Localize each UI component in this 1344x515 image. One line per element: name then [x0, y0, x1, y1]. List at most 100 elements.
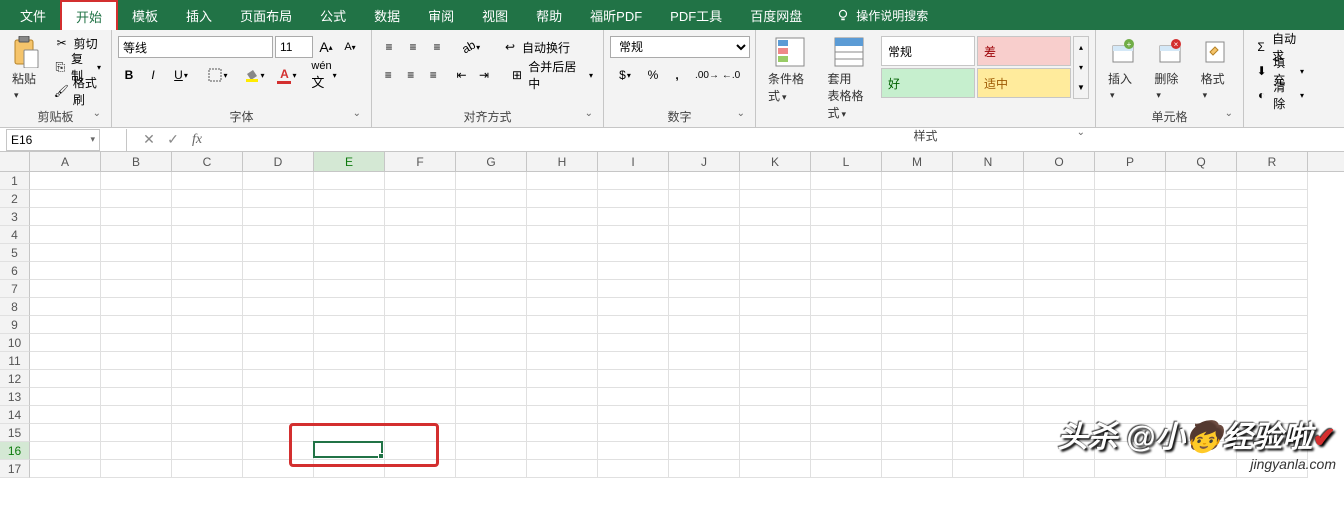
cell[interactable]: [953, 190, 1024, 208]
cell[interactable]: [456, 298, 527, 316]
cell[interactable]: [811, 226, 882, 244]
col-header-K[interactable]: K: [740, 152, 811, 171]
cell[interactable]: [669, 316, 740, 334]
name-box[interactable]: E16▾: [6, 129, 100, 151]
cell[interactable]: [527, 298, 598, 316]
cell[interactable]: [385, 460, 456, 478]
cell[interactable]: [669, 370, 740, 388]
cell[interactable]: [953, 460, 1024, 478]
cell[interactable]: [385, 388, 456, 406]
cell[interactable]: [598, 262, 669, 280]
merge-center-button[interactable]: ⊞合并后居中▾: [506, 64, 597, 86]
cell[interactable]: [30, 262, 101, 280]
cell[interactable]: [385, 262, 456, 280]
cell[interactable]: [1237, 262, 1308, 280]
cell[interactable]: [882, 208, 953, 226]
confirm-formula-button[interactable]: ✓: [161, 129, 185, 151]
tab-foxit[interactable]: 福昕PDF: [576, 0, 656, 30]
cell[interactable]: [1095, 298, 1166, 316]
cell[interactable]: [30, 442, 101, 460]
cell[interactable]: [811, 298, 882, 316]
font-color-button[interactable]: A▾: [272, 64, 302, 86]
cell[interactable]: [1237, 280, 1308, 298]
cell[interactable]: [30, 388, 101, 406]
cell[interactable]: [456, 244, 527, 262]
cell[interactable]: [669, 388, 740, 406]
cell[interactable]: [527, 316, 598, 334]
cell[interactable]: [172, 172, 243, 190]
cell[interactable]: [598, 352, 669, 370]
cell[interactable]: [598, 244, 669, 262]
cell[interactable]: [598, 316, 669, 334]
cell[interactable]: [598, 172, 669, 190]
cell[interactable]: [740, 370, 811, 388]
cell[interactable]: [1237, 190, 1308, 208]
cell[interactable]: [1095, 334, 1166, 352]
cell[interactable]: [953, 226, 1024, 244]
cell[interactable]: [101, 226, 172, 244]
cell[interactable]: [1024, 334, 1095, 352]
cell[interactable]: [172, 334, 243, 352]
increase-indent-button[interactable]: ⇥: [474, 64, 495, 86]
align-left-button[interactable]: ≡: [378, 64, 399, 86]
cell[interactable]: [740, 316, 811, 334]
cell[interactable]: [669, 208, 740, 226]
cell[interactable]: [456, 172, 527, 190]
cell[interactable]: [243, 442, 314, 460]
cell[interactable]: [740, 262, 811, 280]
phonetic-button[interactable]: wén文▾: [309, 64, 339, 86]
cell[interactable]: [811, 460, 882, 478]
tab-baidu[interactable]: 百度网盘: [736, 0, 816, 30]
align-right-button[interactable]: ≡: [423, 64, 444, 86]
cell[interactable]: [101, 190, 172, 208]
percent-button[interactable]: %: [642, 64, 664, 86]
cell[interactable]: [172, 262, 243, 280]
cell[interactable]: [456, 424, 527, 442]
cell[interactable]: [811, 316, 882, 334]
cell[interactable]: [385, 244, 456, 262]
cell[interactable]: [953, 352, 1024, 370]
cell[interactable]: [669, 442, 740, 460]
cell[interactable]: [527, 280, 598, 298]
cell[interactable]: [172, 442, 243, 460]
cell[interactable]: [882, 334, 953, 352]
cell[interactable]: [314, 190, 385, 208]
cell[interactable]: [1237, 244, 1308, 262]
cell[interactable]: [882, 280, 953, 298]
cell[interactable]: [30, 334, 101, 352]
cell[interactable]: [598, 388, 669, 406]
cell[interactable]: [1024, 352, 1095, 370]
cell[interactable]: [669, 190, 740, 208]
cell[interactable]: [669, 406, 740, 424]
cell[interactable]: [1237, 370, 1308, 388]
row-header-10[interactable]: 10: [0, 334, 30, 352]
cell[interactable]: [1095, 352, 1166, 370]
cell[interactable]: [314, 352, 385, 370]
cell[interactable]: [101, 460, 172, 478]
col-header-H[interactable]: H: [527, 152, 598, 171]
cell[interactable]: [30, 352, 101, 370]
cell[interactable]: [456, 406, 527, 424]
select-all-corner[interactable]: [0, 152, 30, 171]
row-header-5[interactable]: 5: [0, 244, 30, 262]
cell[interactable]: [101, 172, 172, 190]
cell[interactable]: [669, 460, 740, 478]
cell[interactable]: [811, 352, 882, 370]
number-format-select[interactable]: 常规: [610, 36, 750, 58]
cell[interactable]: [172, 226, 243, 244]
cancel-formula-button[interactable]: ✕: [137, 129, 161, 151]
cell[interactable]: [456, 280, 527, 298]
cell[interactable]: [953, 316, 1024, 334]
cell[interactable]: [101, 316, 172, 334]
cell[interactable]: [1024, 190, 1095, 208]
cell[interactable]: [598, 298, 669, 316]
cell[interactable]: [1095, 262, 1166, 280]
cell[interactable]: [527, 424, 598, 442]
cell[interactable]: [527, 442, 598, 460]
cell[interactable]: [1237, 172, 1308, 190]
comma-button[interactable]: ,: [666, 64, 688, 86]
cell[interactable]: [172, 406, 243, 424]
cell[interactable]: [669, 244, 740, 262]
accounting-format-button[interactable]: $▾: [610, 64, 640, 86]
cell[interactable]: [101, 370, 172, 388]
